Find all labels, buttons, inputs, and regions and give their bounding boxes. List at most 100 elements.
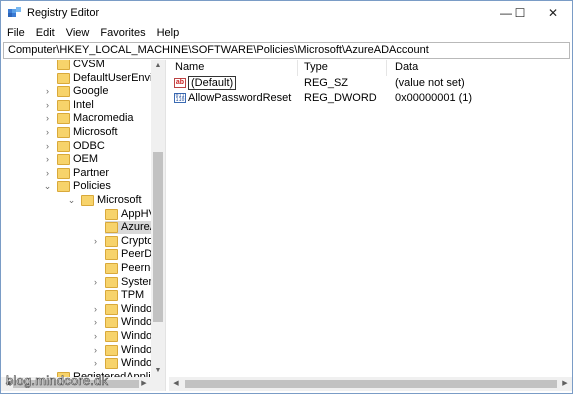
tree-item[interactable]: › Macromedia — [46, 112, 151, 125]
tree-item-label: ODBC — [73, 139, 105, 152]
menu-bar: File Edit View Favorites Help — [1, 25, 572, 41]
column-header-name[interactable]: Name — [175, 60, 204, 76]
column-header-data[interactable]: Data — [395, 60, 418, 76]
tree-item-label: Microsoft — [97, 194, 142, 206]
tree-item[interactable]: ⌄ Policies — [44, 180, 151, 193]
folder-icon — [81, 195, 94, 206]
tree-item[interactable]: Peernet — [105, 262, 160, 275]
binary-value-icon: 011 110 — [174, 93, 186, 103]
folder-icon — [57, 113, 70, 125]
tree-item[interactable]: ›Windows Defe — [94, 330, 165, 343]
tree-item[interactable]: AzureADAccou — [105, 221, 165, 235]
tree-item-label: Policies — [73, 180, 111, 193]
folder-icon — [105, 317, 118, 329]
values-list: Name Type Data ab (Default) REG_SZ (valu… — [169, 60, 572, 391]
close-icon: ✕ — [547, 6, 559, 20]
tree-vertical-scrollbar[interactable]: ▲ ▼ — [151, 60, 165, 391]
tree-item[interactable]: › Intel — [46, 98, 151, 112]
folder-icon — [57, 72, 70, 84]
menu-edit[interactable]: Edit — [30, 27, 60, 39]
tree-scroll-thumb[interactable] — [153, 152, 163, 322]
chevron-right-icon[interactable]: › — [43, 140, 52, 153]
value-type: REG_SZ — [304, 77, 349, 89]
tree-item[interactable]: › Windows — [94, 303, 165, 316]
folder-icon — [105, 344, 118, 356]
scroll-left-icon[interactable]: ◀ — [169, 378, 183, 390]
chevron-right-icon[interactable]: › — [91, 303, 100, 316]
tree-item-label: Microsoft — [73, 126, 118, 138]
tree-item[interactable]: TPM — [105, 289, 151, 302]
menu-file[interactable]: File — [1, 27, 30, 39]
value-name: AllowPasswordReset — [188, 92, 292, 104]
tree-item[interactable]: ›Windows NT — [94, 357, 165, 370]
column-header-type[interactable]: Type — [304, 60, 328, 76]
menu-view[interactable]: View — [60, 27, 95, 39]
folder-icon — [105, 290, 118, 302]
chevron-right-icon[interactable]: › — [43, 167, 52, 180]
folder-icon — [57, 140, 70, 152]
scroll-right-icon[interactable]: ▶ — [137, 378, 151, 390]
registry-tree: CVSM DefaultUserEnvironn › Google › Intel › Mac… — [1, 60, 166, 391]
column-divider[interactable] — [386, 60, 387, 76]
folder-icon — [105, 263, 118, 274]
tree-item[interactable]: › OEM — [46, 153, 151, 166]
chevron-right-icon[interactable]: › — [91, 316, 100, 329]
scroll-up-icon[interactable]: ▲ — [151, 60, 165, 72]
menu-help[interactable]: Help — [151, 27, 185, 39]
chevron-right-icon[interactable]: › — [91, 276, 100, 289]
address-bar[interactable]: Computer\HKEY_LOCAL_MACHINE\SOFTWARE\Pol… — [3, 42, 570, 59]
folder-icon — [105, 235, 118, 247]
title-bar: Registry Editor — ☐ ✕ — [1, 1, 572, 25]
chevron-down-icon[interactable]: ⌄ — [67, 194, 76, 207]
folder-icon — [105, 303, 118, 315]
close-button[interactable]: ✕ — [531, 1, 573, 25]
folder-icon — [105, 331, 118, 342]
tree-item[interactable]: › Partner — [46, 166, 151, 180]
tree-item[interactable]: › ODBC — [46, 139, 151, 153]
tree-item[interactable]: ›Windows Defe — [94, 344, 165, 357]
tree-item-label: Intel — [73, 98, 94, 111]
chevron-right-icon[interactable]: › — [91, 330, 100, 343]
folder-icon — [57, 99, 70, 111]
registry-app-icon — [8, 7, 21, 17]
chevron-right-icon[interactable]: › — [43, 126, 52, 139]
folder-icon — [57, 86, 70, 98]
tree-item[interactable]: DefaultUserEnvironn — [57, 72, 165, 85]
menu-favorites[interactable]: Favorites — [94, 27, 150, 39]
tree-item[interactable]: AppHVSI — [105, 208, 165, 221]
tree-item-label: TPM — [121, 289, 145, 302]
tree-item[interactable]: CVSM — [57, 60, 151, 71]
value-type: REG_DWORD — [304, 92, 377, 104]
tree-item[interactable]: ›SystemCertific — [94, 276, 165, 289]
folder-icon — [105, 358, 118, 370]
tree-item[interactable]: › Google — [46, 85, 151, 98]
tree-item[interactable]: › Microsoft — [46, 126, 151, 139]
chevron-right-icon[interactable]: › — [91, 344, 100, 357]
list-hscroll-thumb[interactable] — [185, 380, 557, 388]
value-name: (Default) — [188, 76, 237, 90]
tree-item[interactable]: ⌄ Microsoft — [68, 194, 151, 207]
chevron-right-icon[interactable]: › — [91, 235, 100, 248]
folder-icon — [57, 167, 70, 179]
tree-item[interactable]: PeerDist — [105, 248, 163, 261]
tree-item[interactable]: ›Windows Adva — [94, 316, 165, 329]
scroll-right-icon[interactable]: ▶ — [558, 378, 572, 390]
folder-icon — [105, 276, 118, 288]
folder-icon — [57, 181, 70, 193]
column-divider[interactable] — [297, 60, 298, 76]
chevron-right-icon[interactable]: › — [43, 99, 52, 112]
string-value-icon: ab — [174, 78, 186, 88]
tree-item[interactable]: ›Cryptography — [94, 235, 165, 248]
chevron-right-icon[interactable]: › — [43, 85, 52, 98]
value-row[interactable]: ab (Default) REG_SZ (value not set) — [169, 76, 572, 90]
chevron-down-icon[interactable]: ⌄ — [43, 180, 52, 193]
maximize-icon: ☐ — [514, 6, 526, 20]
value-row[interactable]: 011 110 AllowPasswordReset REG_DWORD 0x00… — [169, 91, 572, 105]
chevron-right-icon[interactable]: › — [91, 357, 100, 370]
chevron-right-icon[interactable]: › — [43, 112, 52, 125]
scroll-down-icon[interactable]: ▼ — [151, 365, 165, 377]
list-horizontal-scrollbar[interactable]: ◀ ▶ — [169, 377, 572, 391]
chevron-right-icon[interactable]: › — [43, 153, 52, 166]
tree-item-label: Partner — [73, 166, 110, 179]
folder-icon — [57, 127, 70, 138]
